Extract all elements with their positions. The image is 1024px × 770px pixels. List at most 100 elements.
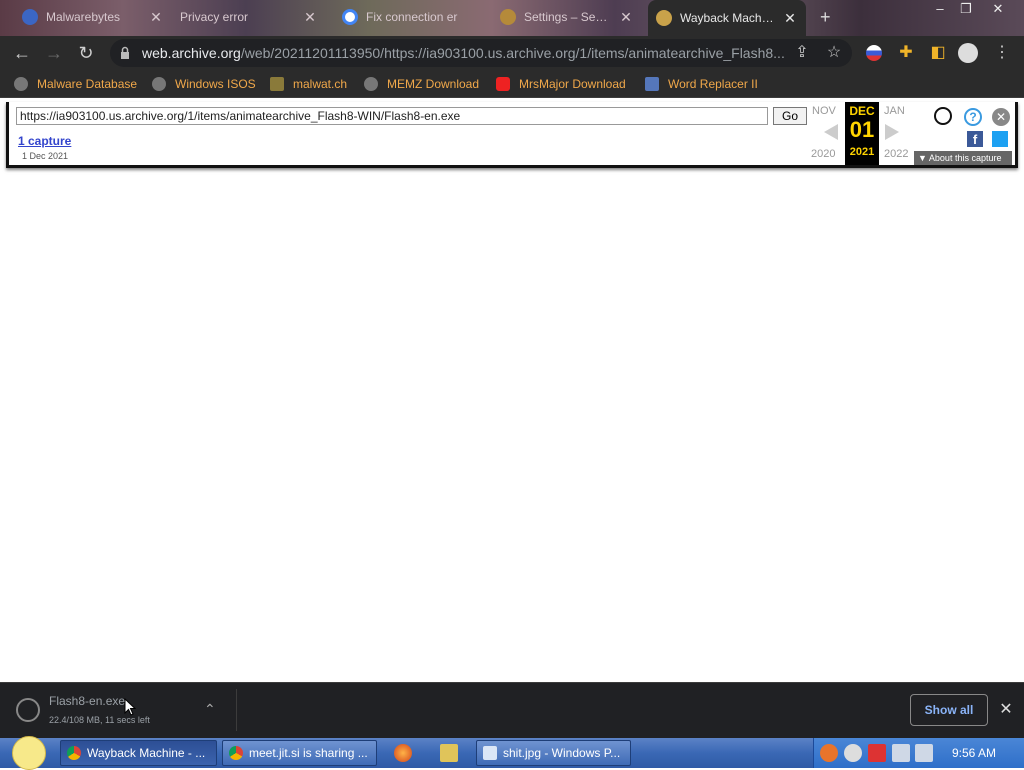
wayback-favicon-icon [656,10,672,26]
globe-icon [364,77,378,91]
close-tab-icon[interactable]: ✕ [148,9,164,26]
bookmark-label: Malware Database [37,77,138,91]
current-month: DEC [849,104,875,118]
tab-title: Privacy error [180,10,249,24]
task-meet-jitsi[interactable]: meet.jit.si is sharing ... [222,740,377,766]
bookmark-mrsmajor-download[interactable]: MrsMajor Download [496,75,626,93]
windows-taskbar: Wayback Machine - ... meet.jit.si is sha… [0,736,1024,770]
next-year-label[interactable]: 2022 [884,148,908,160]
bookmark-star-icon[interactable]: ☆ [824,43,844,63]
bookmark-windows-isos[interactable]: Windows ISOS [152,75,256,93]
bookmark-label: MEMZ Download [387,77,480,91]
bookmark-word-replacer[interactable]: Word Replacer II [645,75,758,93]
facebook-icon[interactable]: f [967,131,983,147]
go-button[interactable]: Go [773,107,807,125]
help-icon[interactable]: ? [964,108,982,126]
tab-wayback-machine[interactable]: Wayback Machine ✕ [648,0,806,36]
show-all-button[interactable]: Show all [910,694,988,726]
close-shelf-icon[interactable]: ✕ [998,699,1014,719]
tab-fix-connection[interactable]: Fix connection er [334,2,486,32]
security-alert-icon[interactable] [868,744,886,762]
bookmark-label: Word Replacer II [668,77,758,91]
bookmark-label: MrsMajor Download [519,77,626,91]
address-bar[interactable]: web.archive.org/web/20211201113950/https… [110,39,852,67]
close-tab-icon[interactable]: ✕ [782,10,798,27]
about-capture-label: About this capture [928,153,1002,163]
download-filename[interactable]: Flash8-en.exe [49,694,125,708]
twitter-icon[interactable] [992,131,1008,147]
task-label: Wayback Machine - ... [87,746,206,760]
prev-year-label[interactable]: 2020 [811,148,835,160]
address-url: web.archive.org/web/20211201113950/https… [142,45,785,61]
firefox-icon[interactable] [394,744,412,762]
task-label: shit.jpg - Windows P... [503,746,621,760]
chevron-up-icon[interactable]: ⌃ [204,701,216,718]
google-icon [342,9,358,25]
folder-icon[interactable] [440,744,458,762]
task-wayback-machine[interactable]: Wayback Machine - ... [60,740,217,766]
account-avatar-icon[interactable] [958,43,978,63]
forward-arrow-icon[interactable]: → [42,41,66,65]
tab-title: Fix connection er [366,10,458,24]
extensions-puzzle-icon[interactable]: ✚ [896,43,916,63]
url-path: /web/20211201113950/https://ia903100.us.… [240,45,785,61]
start-button[interactable] [8,736,48,770]
bookmark-malware-database[interactable]: Malware Database [14,75,137,93]
task-label: meet.jit.si is sharing ... [249,746,368,760]
close-wayback-icon[interactable]: ✕ [992,108,1010,126]
sidebar-icon[interactable]: ◧ [928,43,948,63]
prev-arrow-icon[interactable] [824,124,838,140]
bookmark-memz-download[interactable]: MEMZ Download [364,75,479,93]
system-tray: 9:56 AM [813,738,1024,768]
next-arrow-icon[interactable] [885,124,899,140]
triangle-down-icon: ▼ [918,153,929,163]
mouse-cursor-icon [124,698,136,716]
menu-kebab-icon[interactable]: ⋮ [992,43,1012,63]
share-icon[interactable]: ⇪ [792,43,812,63]
globe-icon [14,77,28,91]
chrome-icon [67,746,81,760]
close-window-icon[interactable]: ✕ [986,0,1010,18]
back-arrow-icon[interactable]: ← [10,41,34,65]
bookmark-malwatch[interactable]: malwat.ch [270,75,347,93]
settings-gear-icon [500,9,516,25]
tab-privacy-error[interactable]: Privacy error ✕ [172,2,326,32]
tab-malwarebytes[interactable]: Malwarebytes ✕ [14,2,172,32]
minimize-icon[interactable]: – [928,0,952,18]
tab-title: Settings – Security [524,10,612,24]
profile-flag-icon[interactable] [864,43,884,63]
about-capture-toggle[interactable]: ▼ About this capture [914,151,1012,165]
search-tray-icon[interactable] [820,744,838,762]
current-capture-date: DEC 01 2021 [845,102,879,165]
task-windows-photo-viewer[interactable]: shit.jpg - Windows P... [476,740,631,766]
download-status: 22.4/108 MB, 11 secs left [49,715,150,725]
close-tab-icon[interactable]: ✕ [302,9,318,26]
volume-icon[interactable] [915,744,933,762]
youtube-icon [496,77,510,91]
wr-icon [645,77,659,91]
wayback-url-input[interactable]: https://ia903100.us.archive.org/1/items/… [16,107,768,125]
person-icon [270,77,284,91]
divider [236,689,237,731]
tab-settings-security[interactable]: Settings – Security ✕ [492,2,642,32]
lock-icon [121,46,129,59]
chrome-icon [229,746,243,760]
smiley-icon [12,736,46,770]
photo-viewer-icon [483,746,497,760]
taskbar-clock[interactable]: 9:56 AM [952,746,996,760]
captures-link[interactable]: 1 capture [18,134,71,148]
restore-icon[interactable]: ❐ [954,0,978,18]
wayback-toolbar: https://ia903100.us.archive.org/1/items/… [6,102,1018,168]
reload-icon[interactable]: ↻ [74,41,98,65]
network-icon[interactable] [892,744,910,762]
prev-month-label[interactable]: NOV [812,105,836,117]
tray-app-icon[interactable] [844,744,862,762]
user-account-icon[interactable] [934,107,952,125]
download-progress-icon[interactable] [16,698,40,722]
new-tab-button[interactable]: + [812,2,842,32]
close-tab-icon[interactable]: ✕ [618,9,634,26]
globe-icon [152,77,166,91]
tab-strip: Malwarebytes ✕ Privacy error ✕ Fix conne… [0,0,1024,36]
next-month-label[interactable]: JAN [884,105,905,117]
current-year: 2021 [849,146,875,158]
